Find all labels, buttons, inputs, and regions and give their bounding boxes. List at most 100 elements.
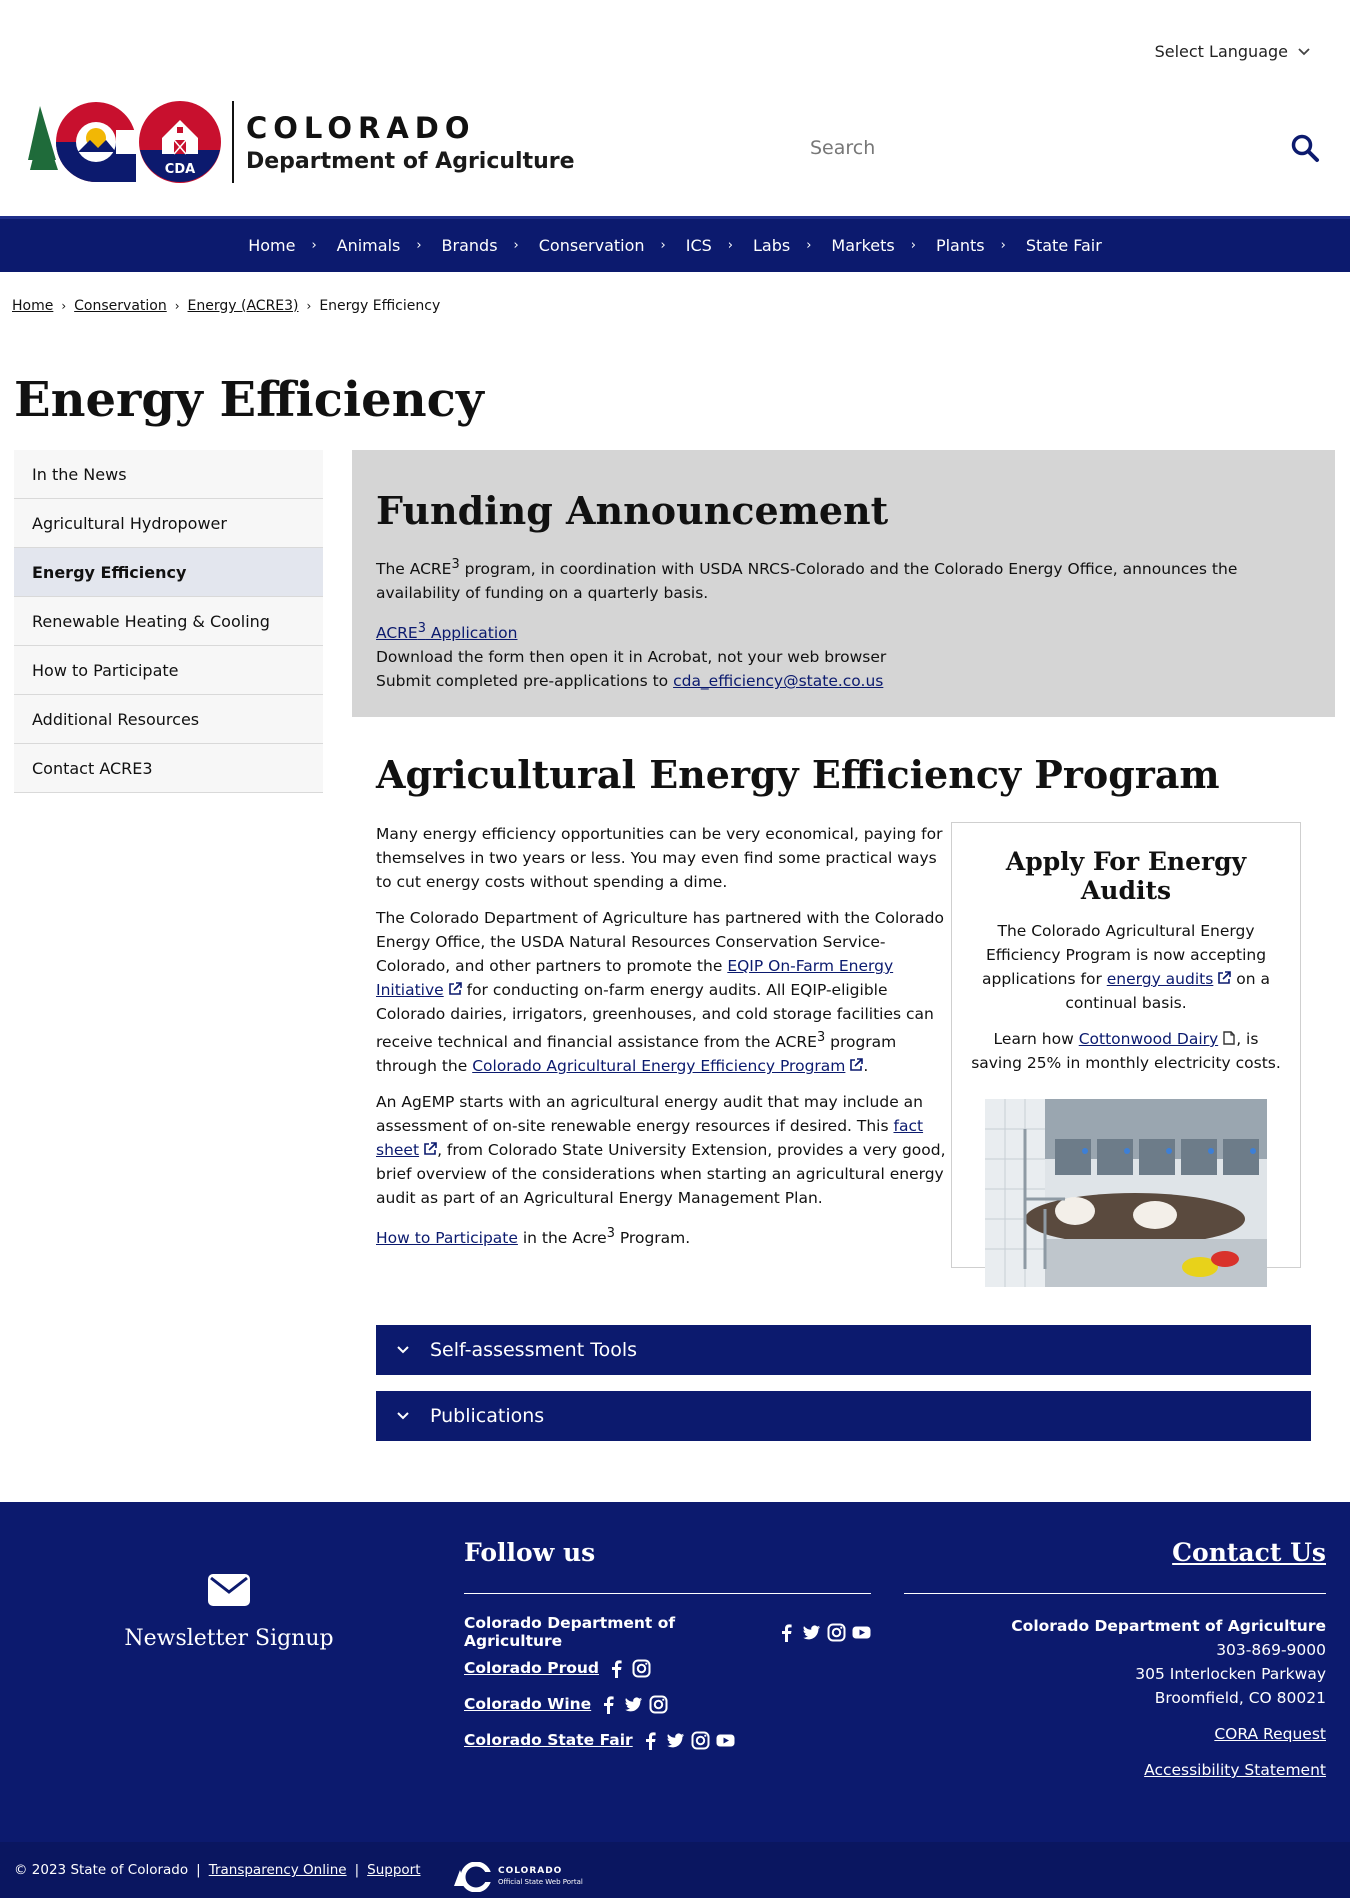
youtube-icon[interactable]: [852, 1623, 871, 1642]
contact-us-link[interactable]: Contact Us: [1172, 1538, 1326, 1567]
sidenav-item-in-the-news[interactable]: In the News: [14, 450, 323, 499]
logo-colorado-text: COLORADO: [246, 110, 476, 145]
accessibility-statement-link[interactable]: Accessibility Statement: [1144, 1761, 1326, 1779]
nav-item-label: Labs: [752, 236, 791, 255]
main-nav-list: Home › Animals › Brands › Conservation › ICS › Lab…: [0, 219, 1350, 272]
follow-account-label[interactable]: Colorado Wine: [464, 1695, 591, 1713]
breadcrumb-separator: ›: [174, 299, 180, 313]
sidenav-item-contact-acre3[interactable]: Contact ACRE3: [14, 744, 323, 793]
chevron-down-icon: [397, 1346, 409, 1354]
instagram-icon[interactable]: [827, 1623, 846, 1642]
language-label: Select Language: [1154, 42, 1288, 61]
support-link[interactable]: Support: [367, 1862, 420, 1878]
nav-item-home[interactable]: Home ›: [248, 236, 336, 255]
nav-item-plants[interactable]: Plants ›: [936, 236, 1026, 255]
follow-account-label[interactable]: Colorado State Fair: [464, 1731, 633, 1749]
chevron-right-icon: ›: [910, 238, 916, 253]
nav-item-conservation[interactable]: Conservation ›: [539, 236, 686, 255]
program-title: Agricultural Energy Efficiency Program: [376, 752, 1220, 797]
funding-description: The ACRE3 program, in coordination with …: [376, 557, 1238, 603]
nav-item-brands[interactable]: Brands ›: [442, 236, 539, 255]
twitter-icon[interactable]: [624, 1695, 643, 1714]
nav-item-label: Home: [248, 236, 296, 255]
twitter-icon[interactable]: [666, 1731, 685, 1750]
sidenav-item-energy-efficiency[interactable]: Energy Efficiency: [14, 548, 323, 597]
energy-audits-title: Apply For Energy Audits: [1005, 847, 1247, 905]
contact-us: Contact Us Colorado Department of Agricu…: [904, 1538, 1326, 1782]
sidenav-item-agricultural-hydropower[interactable]: Agricultural Hydropower: [14, 499, 323, 548]
chevron-down-icon: [1298, 47, 1310, 55]
search-icon[interactable]: [1290, 133, 1320, 163]
cda-logo[interactable]: CDA COLORADO Department of Agriculture: [28, 100, 575, 184]
how-to-participate-link[interactable]: How to Participate: [376, 1229, 518, 1247]
transparency-online-link[interactable]: Transparency Online: [209, 1862, 347, 1878]
contact-title: Contact Us: [904, 1538, 1326, 1594]
nav-item-label: State Fair: [1025, 236, 1102, 255]
nav-item-ics[interactable]: ICS ›: [686, 236, 753, 255]
breadcrumb-current: Energy Efficiency: [319, 298, 441, 314]
chevron-down-icon: [397, 1412, 409, 1420]
breadcrumb: Home › Conservation › Energy (ACRE3) › E…: [12, 298, 440, 314]
contact-address-line1: 305 Interlocken Parkway: [1135, 1665, 1326, 1683]
follow-row: Colorado Wine: [464, 1686, 871, 1722]
breadcrumb-energy[interactable]: Energy (ACRE3): [188, 298, 299, 314]
nav-item-label: Plants: [935, 236, 985, 255]
facebook-icon[interactable]: [599, 1695, 618, 1714]
logo-department-text: Department of Agriculture: [246, 148, 575, 174]
language-select[interactable]: Select Language: [1155, 42, 1310, 61]
follow-account-label: Colorado Department of Agriculture: [464, 1614, 676, 1650]
energy-audits-box: Apply For Energy Audits The Colorado Agr…: [951, 822, 1301, 1287]
cora-request-link[interactable]: CORA Request: [1214, 1725, 1326, 1743]
program-paragraph: The Colorado Department of Agriculture h…: [376, 909, 944, 1076]
nav-item-label: Conservation: [538, 236, 645, 255]
facebook-icon[interactable]: [641, 1731, 660, 1750]
newsletter-label: Newsletter Signup: [124, 1626, 334, 1651]
instagram-icon[interactable]: [632, 1659, 651, 1678]
newsletter-signup[interactable]: Newsletter Signup: [124, 1574, 334, 1651]
funding-title: Funding Announcement: [376, 488, 889, 533]
search-input[interactable]: [810, 137, 1230, 159]
site-header: CDA COLORADO Department of Agriculture: [0, 76, 1350, 216]
accordion-self-assessment-tools[interactable]: Self-assessment Tools: [376, 1325, 1311, 1375]
external-link-icon: [1218, 971, 1232, 984]
contact-phone: 303-869-9000: [1216, 1641, 1326, 1659]
follow-account-label[interactable]: Colorado Proud: [464, 1659, 599, 1677]
chevron-right-icon: ›: [727, 238, 733, 253]
logo-text: COLORADO Department of Agriculture: [246, 111, 575, 174]
funding-application: ACRE3 Application Download the form then…: [376, 617, 1311, 693]
accordion-label: Publications: [430, 1405, 545, 1427]
nav-item-state-fair[interactable]: State Fair: [1026, 236, 1102, 255]
twitter-icon[interactable]: [802, 1623, 821, 1642]
breadcrumb-home[interactable]: Home: [12, 298, 53, 314]
instagram-icon[interactable]: [691, 1731, 710, 1750]
bottom-separator: |: [354, 1862, 360, 1878]
follow-us: Follow us Colorado Department of Agricul…: [464, 1538, 871, 1758]
follow-rows: Colorado Department of Agriculture Colora…: [464, 1614, 871, 1758]
portal-subtitle: Official State Web Portal: [498, 1878, 583, 1886]
bottom-bar: © 2023 State of Colorado | Transparency …: [0, 1842, 1350, 1898]
caeep-link[interactable]: Colorado Agricultural Energy Efficiency …: [472, 1057, 845, 1075]
chevron-right-icon: ›: [513, 238, 519, 253]
accordion-publications[interactable]: Publications: [376, 1391, 1311, 1441]
program-body: Many energy efficiency opportunities can…: [376, 822, 946, 1262]
facebook-icon[interactable]: [607, 1659, 626, 1678]
nav-item-label: ICS: [685, 236, 712, 255]
sidenav-item-how-to-participate[interactable]: How to Participate: [14, 646, 323, 695]
youtube-icon[interactable]: [716, 1731, 735, 1750]
instagram-icon[interactable]: [649, 1695, 668, 1714]
nav-item-labs[interactable]: Labs ›: [753, 236, 831, 255]
efficiency-email-link[interactable]: cda_efficiency@state.co.us: [673, 672, 883, 690]
nav-item-label: Animals: [336, 236, 401, 255]
nav-item-animals[interactable]: Animals ›: [337, 236, 442, 255]
state-portal-logo[interactable]: COLORADO Official State Web Portal: [452, 1862, 583, 1892]
nav-item-markets[interactable]: Markets ›: [831, 236, 936, 255]
cottonwood-dairy-link[interactable]: Cottonwood Dairy: [1079, 1030, 1218, 1048]
sidenav-item-renewable-heating-cooling[interactable]: Renewable Heating & Cooling: [14, 597, 323, 646]
acre3-application-link[interactable]: ACRE3 Application: [376, 621, 517, 642]
energy-audits-link[interactable]: energy audits: [1107, 970, 1214, 988]
main-nav: Home › Animals › Brands › Conservation › ICS › Lab…: [0, 216, 1350, 272]
facebook-icon[interactable]: [777, 1623, 796, 1642]
sidenav-item-additional-resources[interactable]: Additional Resources: [14, 695, 323, 744]
section-sidenav: In the News Agricultural Hydropower Energy…: [14, 450, 323, 793]
breadcrumb-conservation[interactable]: Conservation: [74, 298, 167, 314]
